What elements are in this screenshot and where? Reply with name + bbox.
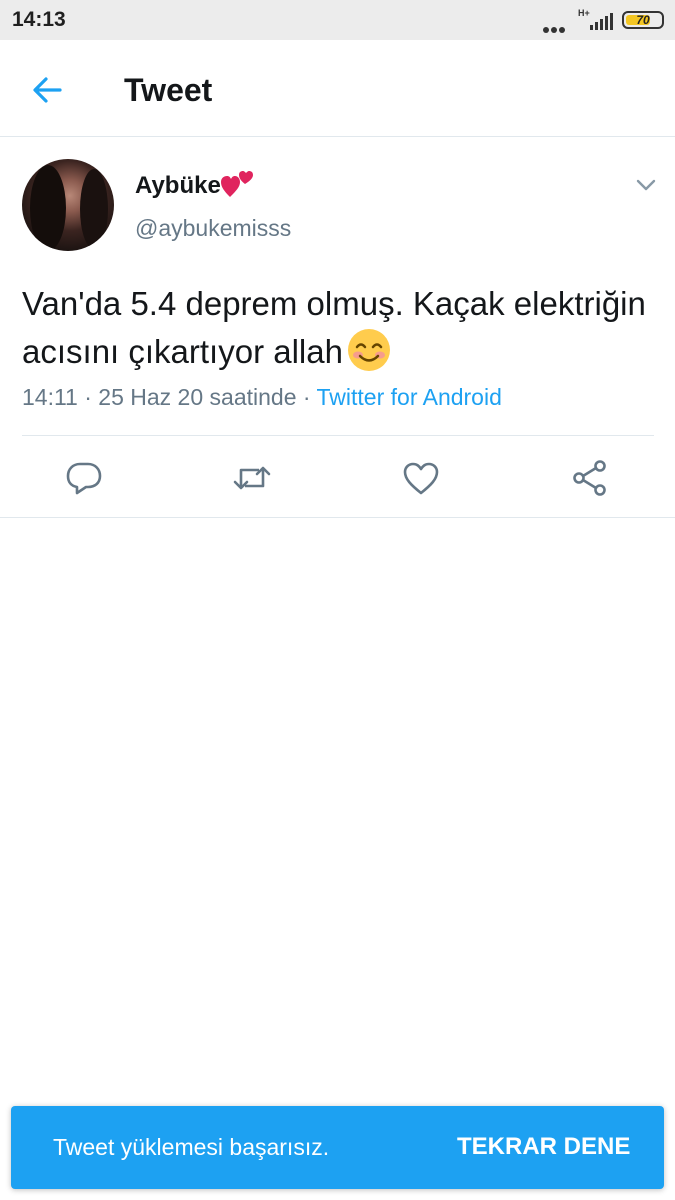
snackbar-message: Tweet yüklemesi başarısız.	[53, 1134, 330, 1160]
tweet-meta: 14:11 · 25 Haz 20 saatinde · Twitter for…	[22, 384, 502, 411]
status-bar: 14:13 H+ 70	[0, 0, 675, 40]
smiling-face-emoji	[347, 329, 390, 371]
share-icon	[573, 460, 606, 496]
retweet-button[interactable]	[232, 458, 272, 498]
user-handle[interactable]: @aybukemisss	[135, 215, 291, 242]
battery-percent: 70	[636, 13, 650, 27]
signal-icon	[590, 12, 614, 30]
error-snackbar: Tweet yüklemesi başarısız. TEKRAR DENE	[11, 1106, 664, 1189]
back-button[interactable]	[26, 70, 70, 110]
app-bar: Tweet	[0, 40, 675, 137]
divider	[0, 517, 675, 518]
status-time: 14:13	[12, 8, 66, 31]
tweet-options-button[interactable]	[634, 177, 658, 193]
page-title: Tweet	[124, 72, 213, 108]
avatar[interactable]	[22, 159, 114, 251]
more-notifications-icon	[543, 20, 567, 38]
reply-icon	[66, 462, 102, 495]
arrow-left-icon	[33, 77, 62, 103]
two-hearts-emoji	[221, 171, 253, 197]
display-name[interactable]: Aybüke	[135, 172, 221, 200]
tweet-source-link[interactable]: Twitter for Android	[317, 384, 502, 410]
tweet-body: Van'da 5.4 deprem olmuş. Kaçak elektriği…	[22, 285, 646, 370]
reply-button[interactable]	[64, 458, 104, 498]
like-button[interactable]	[401, 458, 441, 498]
divider	[22, 435, 654, 436]
retweet-icon	[233, 466, 271, 490]
heart-icon	[403, 462, 439, 495]
chevron-down-icon	[636, 179, 656, 191]
battery-icon: 70	[622, 11, 664, 29]
retry-button[interactable]: TEKRAR DENE	[457, 1133, 630, 1161]
tweet-text: Van'da 5.4 deprem olmuş. Kaçak elektriği…	[22, 280, 652, 376]
share-button[interactable]	[570, 458, 610, 498]
tweet-timestamp: 14:11 · 25 Haz 20 saatinde ·	[22, 384, 317, 410]
network-type: H+	[578, 8, 590, 18]
